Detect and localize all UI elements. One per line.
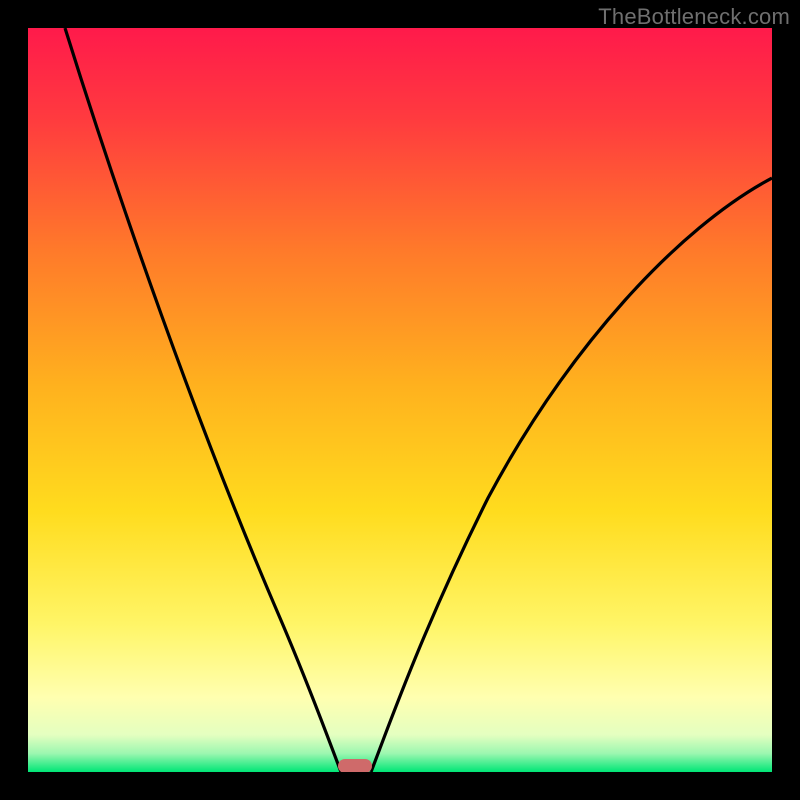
chart-frame: TheBottleneck.com — [0, 0, 800, 800]
watermark-text: TheBottleneck.com — [598, 4, 790, 30]
gradient-background — [28, 28, 772, 772]
plot-area — [28, 28, 772, 772]
chart-svg — [28, 28, 772, 772]
bottleneck-marker — [338, 759, 372, 772]
